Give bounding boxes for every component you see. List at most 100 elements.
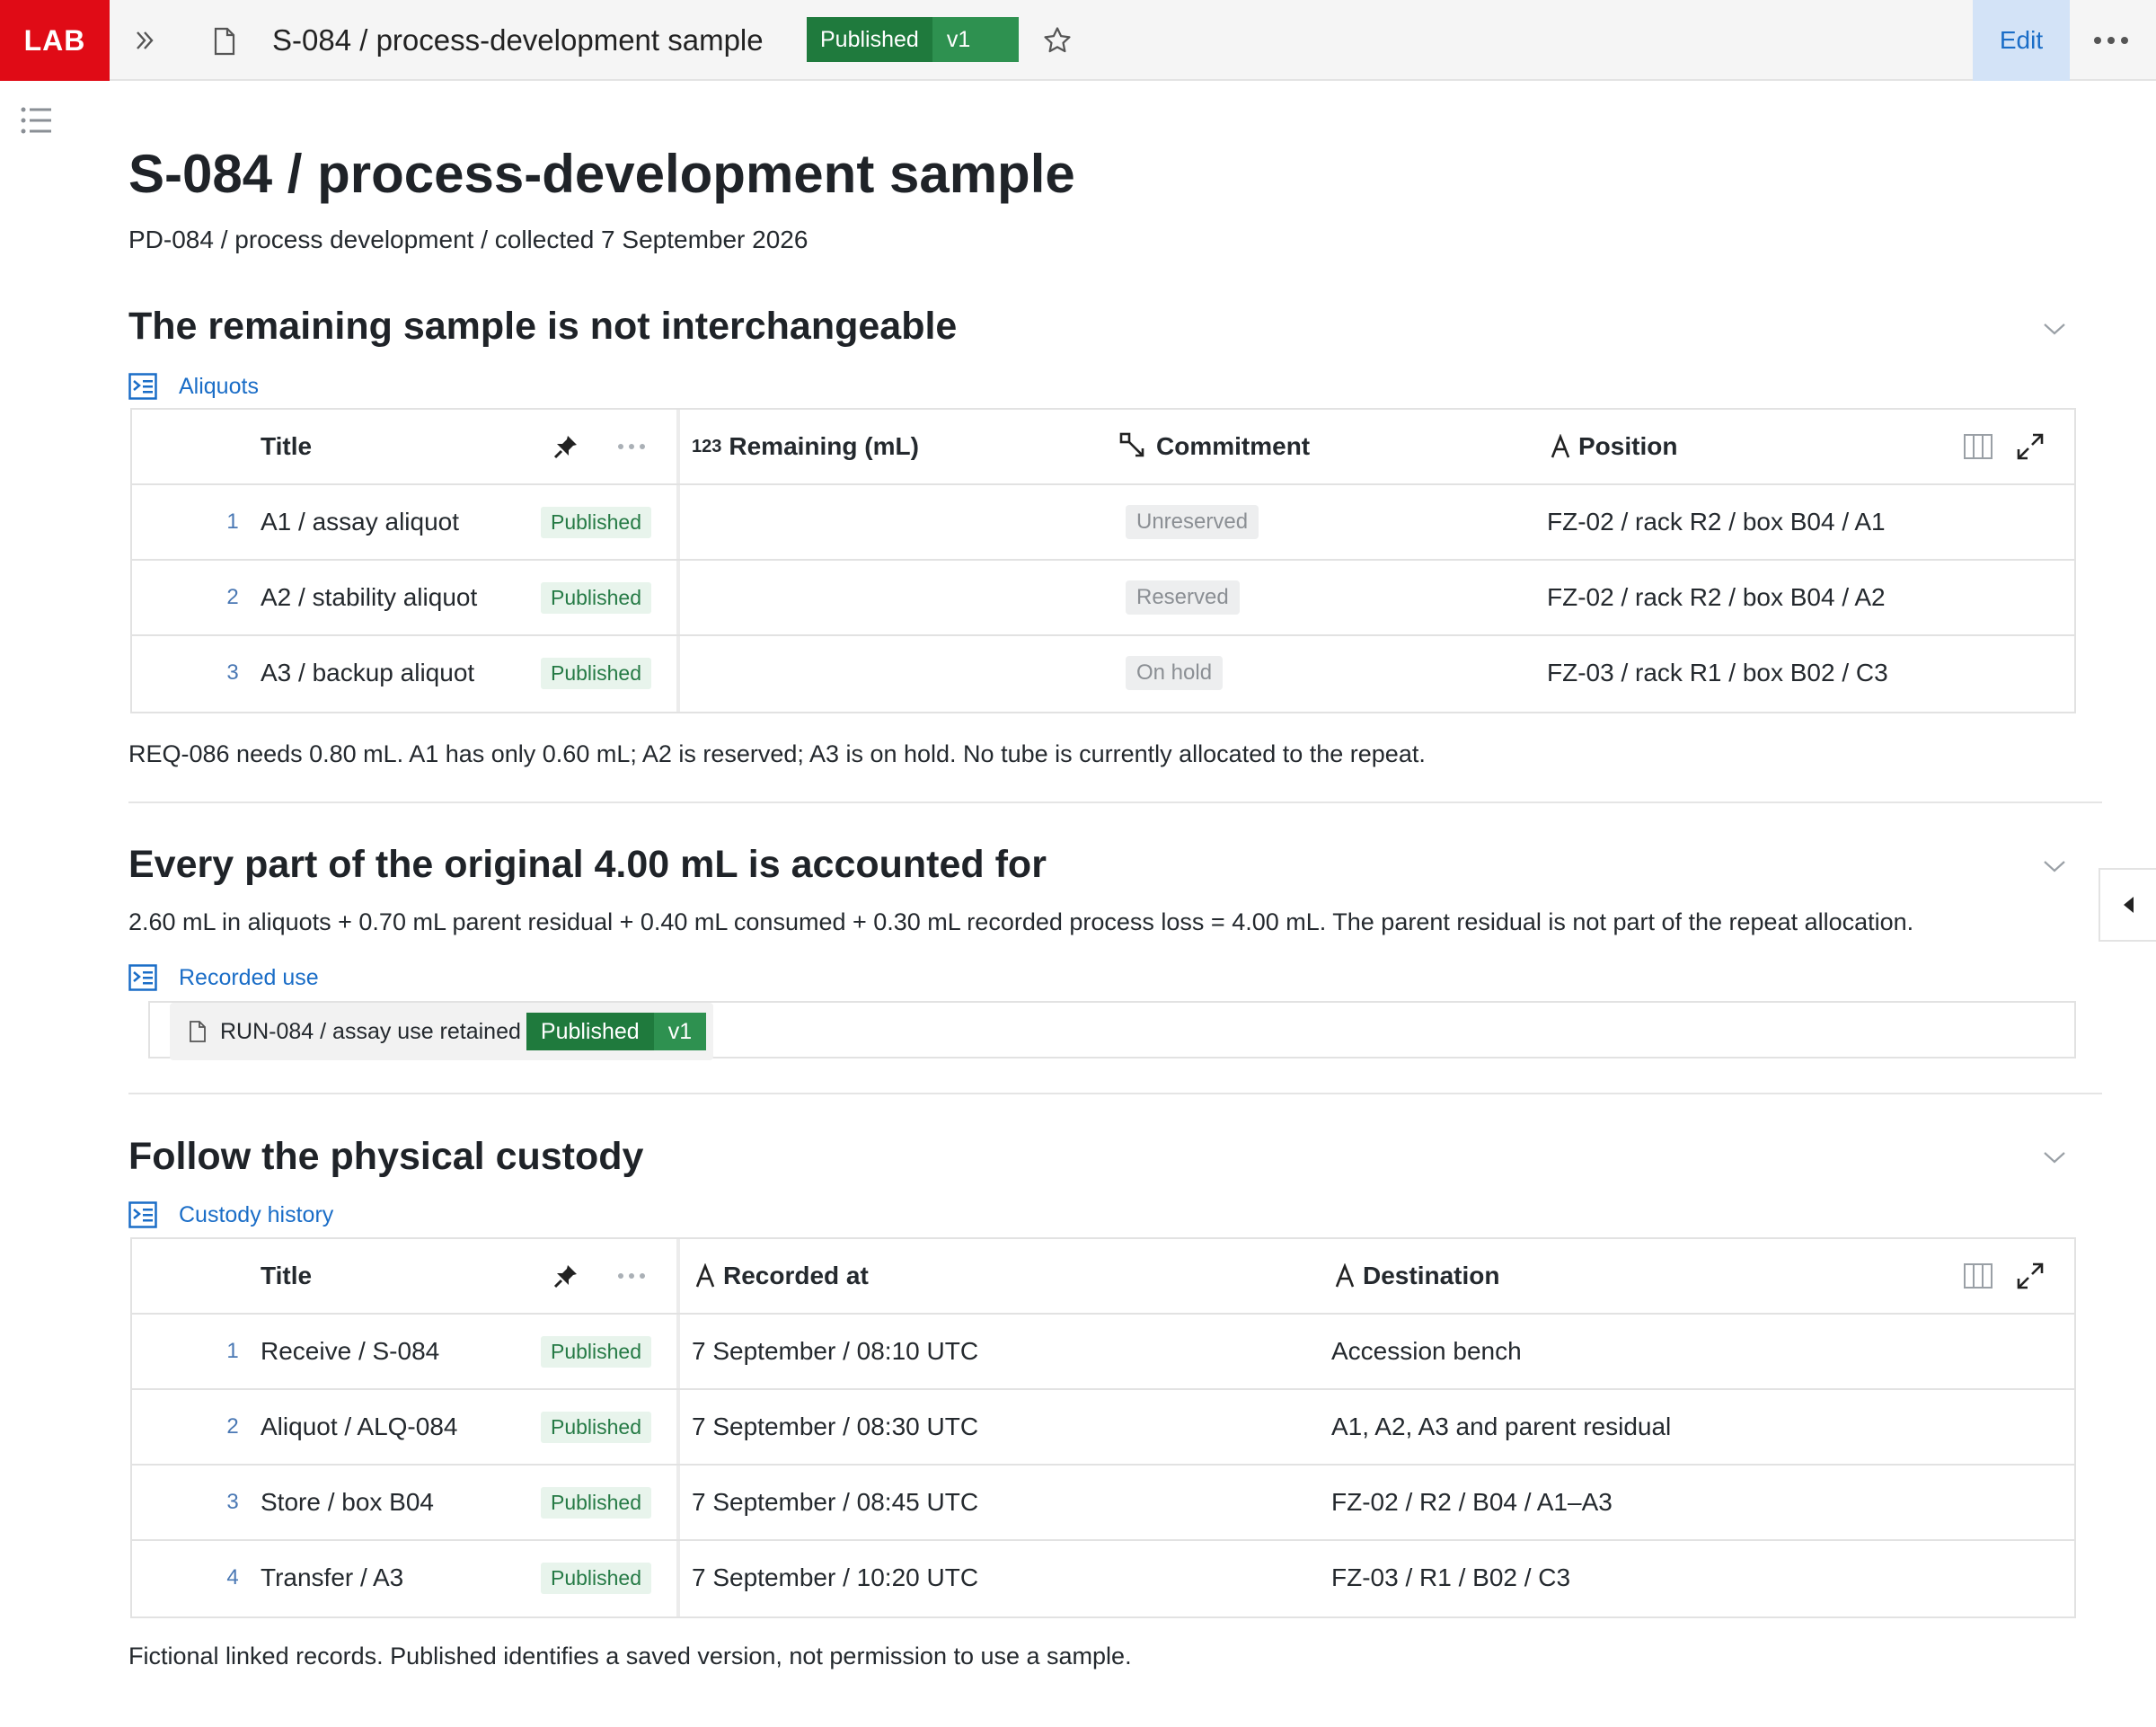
row-status-badge: Published	[541, 506, 652, 538]
row-status-badge: Published	[541, 1562, 652, 1594]
more-horizontal-icon	[2094, 37, 2128, 44]
version-label: v1	[932, 17, 1019, 62]
custody-history-link[interactable]: Custody history	[179, 1202, 333, 1228]
row-position: FZ-03 / rack R1 / box B02 / C3	[1547, 659, 1888, 686]
row-title[interactable]: A3 / backup aliquot	[261, 636, 474, 710]
column-header-position[interactable]: Position	[1550, 410, 1677, 483]
star-icon	[1044, 27, 1071, 53]
status-badge: Published	[807, 17, 932, 62]
page-title: S-084 / process-development sample	[128, 144, 1075, 204]
accounting-paragraph: 2.60 mL in aliquots + 0.70 mL parent res…	[128, 908, 1914, 935]
row-title[interactable]: A2 / stability aliquot	[261, 561, 477, 634]
page-subtitle: PD-084 / process development / collected…	[128, 226, 808, 253]
table-row[interactable]: 1 A1 / assay aliquot Published 0.6 Unres…	[132, 485, 2074, 561]
row-commitment-tag[interactable]: On hold	[1126, 656, 1224, 690]
linked-collection-custody[interactable]: Custody history	[128, 1197, 333, 1233]
recorded-use-link[interactable]: Recorded use	[179, 965, 319, 991]
section-heading-accounting: Every part of the original 4.00 mL is ac…	[128, 843, 1047, 886]
relation-icon	[1118, 431, 1149, 462]
row-number: 3	[226, 660, 239, 685]
collection-icon	[128, 964, 157, 991]
expand-table-button[interactable]	[2013, 1259, 2047, 1293]
column-options-button[interactable]	[617, 410, 646, 483]
text-type-icon	[1550, 434, 1571, 459]
number-type-icon: 123	[692, 436, 722, 456]
row-title[interactable]: Store / box B04	[261, 1466, 434, 1539]
column-header-title[interactable]: Title	[261, 1239, 312, 1313]
table-row[interactable]: 1 Receive / S-084 Published 7 September …	[132, 1315, 2074, 1390]
expand-icon	[2017, 1262, 2044, 1289]
row-number: 2	[226, 1414, 239, 1439]
table-row[interactable]: 4 Transfer / A3 Published 7 September / …	[132, 1541, 2074, 1616]
document-icon	[190, 1021, 206, 1042]
section-heading-aliquots: The remaining sample is not interchangea…	[128, 305, 958, 348]
version-badge[interactable]: Published v1	[807, 17, 1019, 62]
row-status-badge: Published	[541, 581, 652, 614]
row-recorded-at: 7 September / 08:30 UTC	[692, 1413, 979, 1440]
pin-column-button[interactable]	[552, 1239, 579, 1313]
table-row[interactable]: 3 Store / box B04 Published 7 September …	[132, 1466, 2074, 1541]
embedded-record-box: RUN-084 / assay use retained Published v…	[148, 1001, 2076, 1060]
table-toolbar	[1961, 1259, 2047, 1293]
column-header-remaining-label: Remaining (mL)	[729, 432, 919, 460]
column-settings-button[interactable]	[1961, 430, 1995, 464]
aliquots-link[interactable]: Aliquots	[179, 374, 259, 400]
column-settings-button[interactable]	[1961, 1259, 1995, 1293]
double-chevron-right-icon	[137, 31, 154, 49]
column-header-remaining[interactable]: 123 Remaining (mL)	[692, 410, 919, 483]
collection-icon	[128, 373, 157, 400]
row-title[interactable]: Receive / S-084	[261, 1315, 439, 1388]
table-of-contents-button[interactable]	[20, 104, 54, 137]
columns-icon	[1964, 1263, 1993, 1289]
row-destination: Accession bench	[1331, 1337, 1522, 1365]
section-divider	[128, 802, 2102, 803]
aliquots-note: REQ-086 needs 0.80 mL. A1 has only 0.60 …	[128, 740, 1426, 767]
row-title[interactable]: Transfer / A3	[261, 1541, 403, 1615]
table-row[interactable]: 2 Aliquot / ALQ-084 Published 7 Septembe…	[132, 1390, 2074, 1466]
column-header-commitment[interactable]: Commitment	[1118, 410, 1310, 483]
expand-sidebar-button[interactable]	[126, 22, 163, 59]
more-options-button[interactable]	[2086, 22, 2136, 59]
linked-collection-recorded-use[interactable]: Recorded use	[128, 960, 319, 996]
collapse-section-button[interactable]	[2035, 1138, 2074, 1177]
row-title[interactable]: A1 / assay aliquot	[261, 485, 459, 559]
footer-note: Fictional linked records. Published iden…	[128, 1643, 1132, 1669]
favorite-button[interactable]	[1038, 22, 1076, 59]
edit-button[interactable]: Edit	[1973, 0, 2070, 81]
row-status-badge: Published	[541, 1335, 652, 1368]
top-bar: LAB S-084 / process-development sample P…	[0, 0, 2156, 81]
side-panel-toggle[interactable]	[2099, 868, 2156, 942]
row-commitment-tag[interactable]: Unreserved	[1126, 505, 1259, 539]
table-toolbar	[1961, 430, 2047, 464]
row-destination: FZ-03 / R1 / B02 / C3	[1331, 1563, 1571, 1591]
column-header-title[interactable]: Title	[261, 410, 312, 483]
embedded-status-badge: Published	[526, 1013, 654, 1050]
row-destination: FZ-02 / R2 / B04 / A1–A3	[1331, 1488, 1613, 1516]
text-type-icon	[1334, 1263, 1356, 1289]
column-header-destination[interactable]: Destination	[1334, 1239, 1499, 1313]
row-title[interactable]: Aliquot / ALQ-084	[261, 1390, 457, 1464]
collapse-section-button[interactable]	[2035, 309, 2074, 349]
embedded-record-title: RUN-084 / assay use retained	[220, 1018, 521, 1044]
lab-logo[interactable]: LAB	[0, 0, 110, 81]
column-header-destination-label: Destination	[1363, 1262, 1500, 1289]
chevron-down-icon	[2044, 1152, 2065, 1164]
table-row[interactable]: 3 A3 / backup aliquot Published 1 On hol…	[132, 636, 2074, 712]
collection-icon	[128, 1201, 157, 1228]
row-recorded-at: 7 September / 08:10 UTC	[692, 1337, 979, 1365]
linked-collection-aliquots[interactable]: Aliquots	[128, 368, 259, 404]
embedded-record-chip[interactable]: RUN-084 / assay use retained Published v…	[170, 1003, 714, 1060]
column-header-recorded-at[interactable]: Recorded at	[694, 1239, 869, 1313]
row-commitment-tag[interactable]: Reserved	[1126, 580, 1240, 615]
collapse-section-button[interactable]	[2035, 846, 2074, 886]
custody-table: Title Recorded at Destination 1 Receive …	[130, 1237, 2076, 1618]
row-destination: A1, A2, A3 and parent residual	[1331, 1413, 1672, 1440]
row-number: 1	[226, 509, 239, 534]
column-options-button[interactable]	[617, 1239, 646, 1313]
row-number: 2	[226, 585, 239, 609]
expand-table-button[interactable]	[2013, 430, 2047, 464]
section-heading-custody: Follow the physical custody	[128, 1135, 644, 1178]
table-row[interactable]: 2 A2 / stability aliquot Published 1 Res…	[132, 561, 2074, 636]
list-icon	[21, 107, 51, 134]
pin-column-button[interactable]	[552, 410, 579, 483]
